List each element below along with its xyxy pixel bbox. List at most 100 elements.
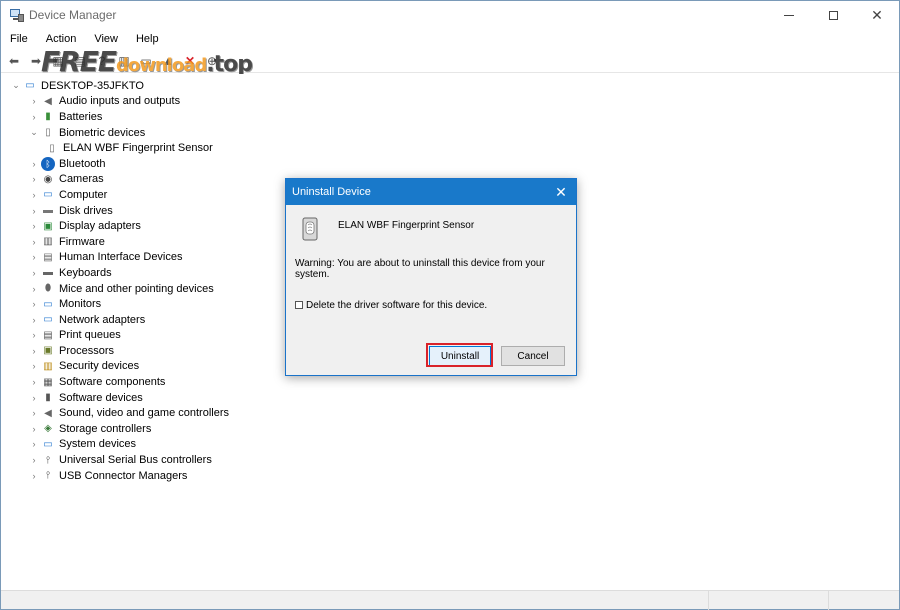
cancel-button[interactable]: Cancel	[501, 346, 565, 366]
expanded-chevron-icon[interactable]: ⌄	[9, 80, 23, 91]
menu-view[interactable]: View	[85, 29, 127, 49]
tree-category-item[interactable]: › ⫯ Universal Serial Bus controllers	[9, 452, 229, 468]
tree-category-item[interactable]: › ▮ Batteries	[9, 109, 229, 125]
collapsed-chevron-icon[interactable]: ›	[27, 330, 41, 340]
collapsed-chevron-icon[interactable]: ›	[27, 112, 41, 122]
help-button[interactable]: ?	[93, 52, 111, 70]
uninstall-device-toolbar-button[interactable]: ✕	[181, 52, 199, 70]
collapsed-chevron-icon[interactable]: ›	[27, 268, 41, 278]
collapsed-chevron-icon[interactable]: ›	[27, 174, 41, 184]
tree-category-item[interactable]: › ᛒ Bluetooth	[9, 156, 229, 172]
collapsed-chevron-icon[interactable]: ›	[27, 190, 41, 200]
status-segment	[828, 591, 899, 610]
tree-category-item[interactable]: › ▥ Firmware	[9, 234, 229, 250]
minimize-button[interactable]	[767, 1, 811, 29]
collapsed-chevron-icon[interactable]: ›	[27, 252, 41, 262]
battery-icon: ▮	[45, 111, 51, 123]
back-button[interactable]: ⬅	[5, 52, 23, 70]
printer-icon: ▤	[43, 329, 53, 341]
security-icon: ▥	[43, 360, 53, 372]
collapsed-chevron-icon[interactable]: ›	[27, 206, 41, 216]
tree-category-item[interactable]: › ▤ Print queues	[9, 328, 229, 344]
tree-item-label: Batteries	[59, 110, 103, 123]
menu-file[interactable]: File	[1, 29, 37, 49]
maximize-button[interactable]	[811, 1, 855, 29]
tree-category-item[interactable]: › ▭ Monitors	[9, 296, 229, 312]
tree-item-label: Cameras	[59, 173, 104, 186]
scan-hardware-button[interactable]: ▭	[137, 52, 155, 70]
tree-category-item[interactable]: ⌄ ▯ Biometric devices	[9, 125, 229, 141]
tree-child-item[interactable]: ▯ ELAN WBF Fingerprint Sensor	[9, 140, 229, 156]
software-component-icon: ▦	[43, 376, 53, 388]
collapsed-chevron-icon[interactable]: ›	[27, 299, 41, 309]
uninstall-x-icon: ✕	[184, 53, 196, 68]
delete-driver-checkbox[interactable]	[295, 301, 303, 309]
collapsed-chevron-icon[interactable]: ›	[27, 221, 41, 231]
tree-category-item[interactable]: › ▭ System devices	[9, 437, 229, 453]
collapsed-chevron-icon[interactable]: ›	[27, 96, 41, 106]
tree-category-item[interactable]: › ◉ Cameras	[9, 172, 229, 188]
bluetooth-icon: ᛒ	[41, 156, 55, 171]
menu-help[interactable]: Help	[127, 29, 168, 49]
tree-category-item[interactable]: › ▭ Network adapters	[9, 312, 229, 328]
tree-item-label: Human Interface Devices	[59, 251, 183, 264]
collapsed-chevron-icon[interactable]: ›	[27, 424, 41, 434]
collapsed-chevron-icon[interactable]: ›	[27, 361, 41, 371]
tree-category-item[interactable]: › ◀ Audio inputs and outputs	[9, 94, 229, 110]
tree-category-item[interactable]: › ⫯ USB Connector Managers	[9, 468, 229, 484]
dialog-title: Uninstall Device	[292, 186, 371, 198]
add-legacy-button[interactable]: ⊕	[203, 52, 221, 70]
tree-item-label: System devices	[59, 438, 137, 451]
tree-category-item[interactable]: › ▣ Display adapters	[9, 218, 229, 234]
tree-item-label: Software components	[59, 376, 166, 389]
collapsed-chevron-icon[interactable]: ›	[27, 284, 41, 294]
tree-category-item[interactable]: › ▤ Human Interface Devices	[9, 250, 229, 266]
tree-category-item[interactable]: › ▬ Keyboards	[9, 265, 229, 281]
fingerprint-icon: ▯	[45, 127, 51, 139]
tree-category-item[interactable]: › ◀ Sound, video and game controllers	[9, 405, 230, 421]
update-driver-button[interactable]: ▲	[159, 52, 177, 70]
tree-category-item[interactable]: › ▬ Disk drives	[9, 203, 229, 219]
tree-category-item[interactable]: › ▮ Software devices	[9, 390, 229, 406]
tree-category-item[interactable]: › ▦ Software components	[9, 374, 229, 390]
collapsed-chevron-icon[interactable]: ›	[27, 346, 41, 356]
dialog-warning-text: Warning: You are about to uninstall this…	[295, 258, 545, 280]
tree-category-item[interactable]: › ▣ Processors	[9, 343, 229, 359]
details-icon: ▥	[118, 53, 130, 68]
delete-driver-checkbox-label[interactable]: Delete the driver software for this devi…	[306, 300, 487, 311]
collapsed-chevron-icon[interactable]: ›	[27, 393, 41, 403]
fingerprint-icon	[302, 217, 318, 241]
collapsed-chevron-icon[interactable]: ›	[27, 408, 41, 418]
tree-category-item[interactable]: › ▥ Security devices	[9, 359, 229, 375]
collapsed-chevron-icon[interactable]: ›	[27, 439, 41, 449]
fingerprint-icon: ▯	[49, 142, 55, 154]
properties-button[interactable]: ▦	[49, 52, 67, 70]
dialog-close-button[interactable]: ✕	[546, 179, 576, 205]
speaker-icon: ◀	[44, 95, 52, 107]
tree-category-item[interactable]: › ⬮ Mice and other pointing devices	[9, 281, 229, 297]
expanded-chevron-icon[interactable]: ⌄	[27, 127, 41, 138]
monitor-scan-icon: ▭	[140, 53, 152, 68]
collapsed-chevron-icon[interactable]: ›	[27, 471, 41, 481]
details-button[interactable]: ▥	[115, 52, 133, 70]
tree-category-item[interactable]: › ▭ Computer	[9, 187, 229, 203]
close-icon: ✕	[871, 6, 883, 23]
collapsed-chevron-icon[interactable]: ›	[27, 237, 41, 247]
menu-action[interactable]: Action	[37, 29, 86, 49]
tree-category-item[interactable]: › ◈ Storage controllers	[9, 421, 229, 437]
close-button[interactable]: ✕	[855, 1, 899, 29]
display-adapter-icon: ▣	[43, 220, 53, 232]
tree-root-computer[interactable]: ⌄ ▭ DESKTOP-35JFKTO	[9, 78, 229, 94]
menu-bar: File Action View Help	[1, 29, 899, 49]
show-hide-button[interactable]: ▤	[71, 52, 89, 70]
network-icon: ▭	[43, 314, 53, 326]
tree-item-label: Bluetooth	[59, 157, 106, 170]
collapsed-chevron-icon[interactable]: ›	[27, 377, 41, 387]
collapsed-chevron-icon[interactable]: ›	[27, 455, 41, 465]
forward-button[interactable]: ➡	[27, 52, 45, 70]
uninstall-highlight-box	[426, 343, 493, 367]
collapsed-chevron-icon[interactable]: ›	[27, 315, 41, 325]
properties-icon: ▦	[52, 53, 64, 68]
collapsed-chevron-icon[interactable]: ›	[27, 159, 41, 169]
back-arrow-icon: ⬅	[8, 53, 20, 68]
